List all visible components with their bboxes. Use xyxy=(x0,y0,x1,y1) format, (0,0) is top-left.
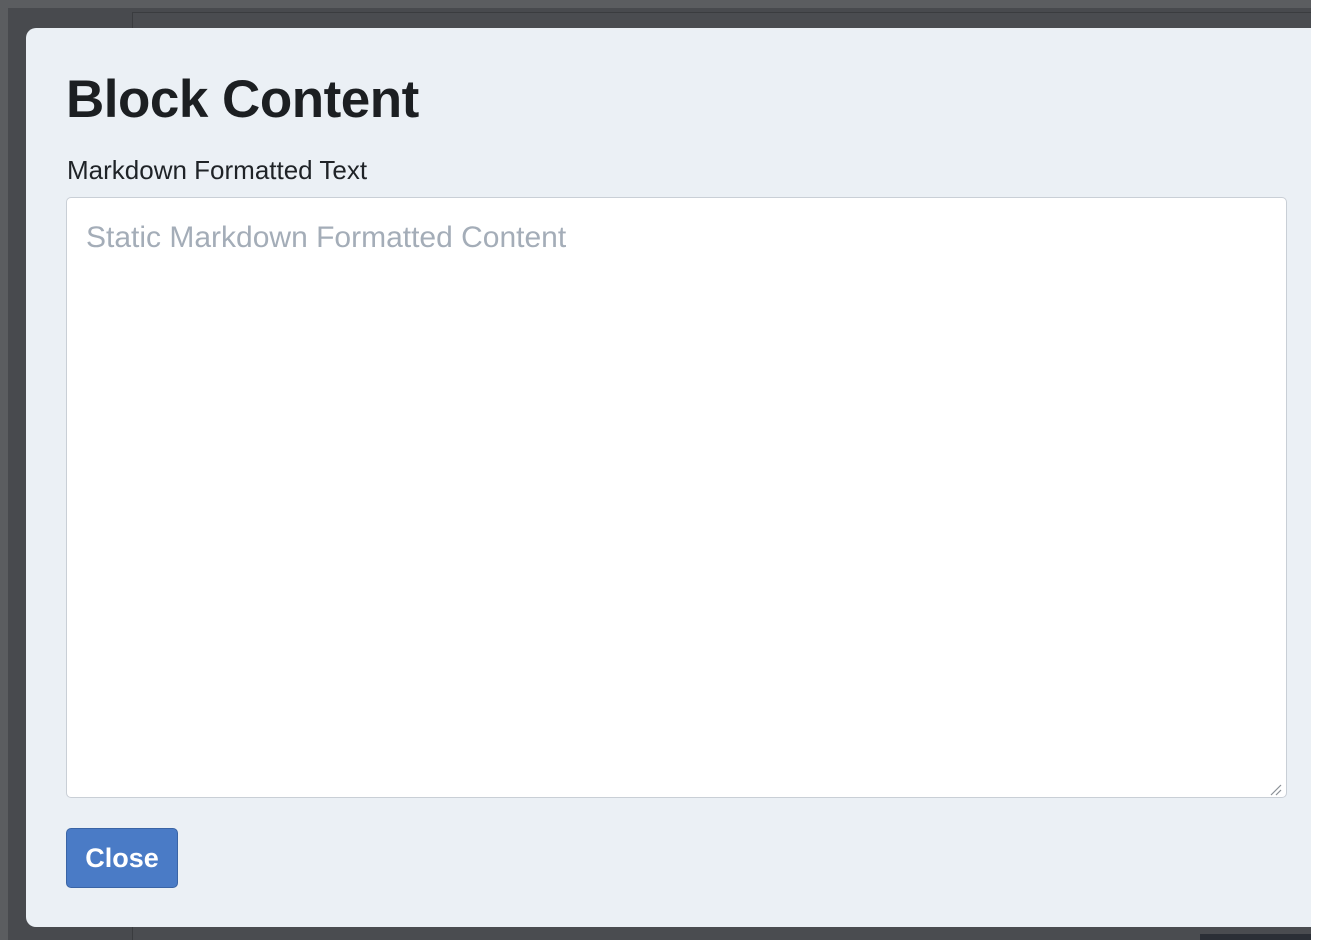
markdown-textarea[interactable] xyxy=(66,197,1287,798)
markdown-field-label: Markdown Formatted Text xyxy=(67,155,368,185)
block-content-modal: Block Content Markdown Formatted Text Cl… xyxy=(26,28,1311,927)
modal-title: Block Content xyxy=(66,70,419,129)
window-edge xyxy=(1311,0,1320,940)
resize-grip-icon[interactable] xyxy=(1268,782,1282,796)
close-button[interactable]: Close xyxy=(66,828,178,888)
background-strip xyxy=(1200,934,1311,940)
